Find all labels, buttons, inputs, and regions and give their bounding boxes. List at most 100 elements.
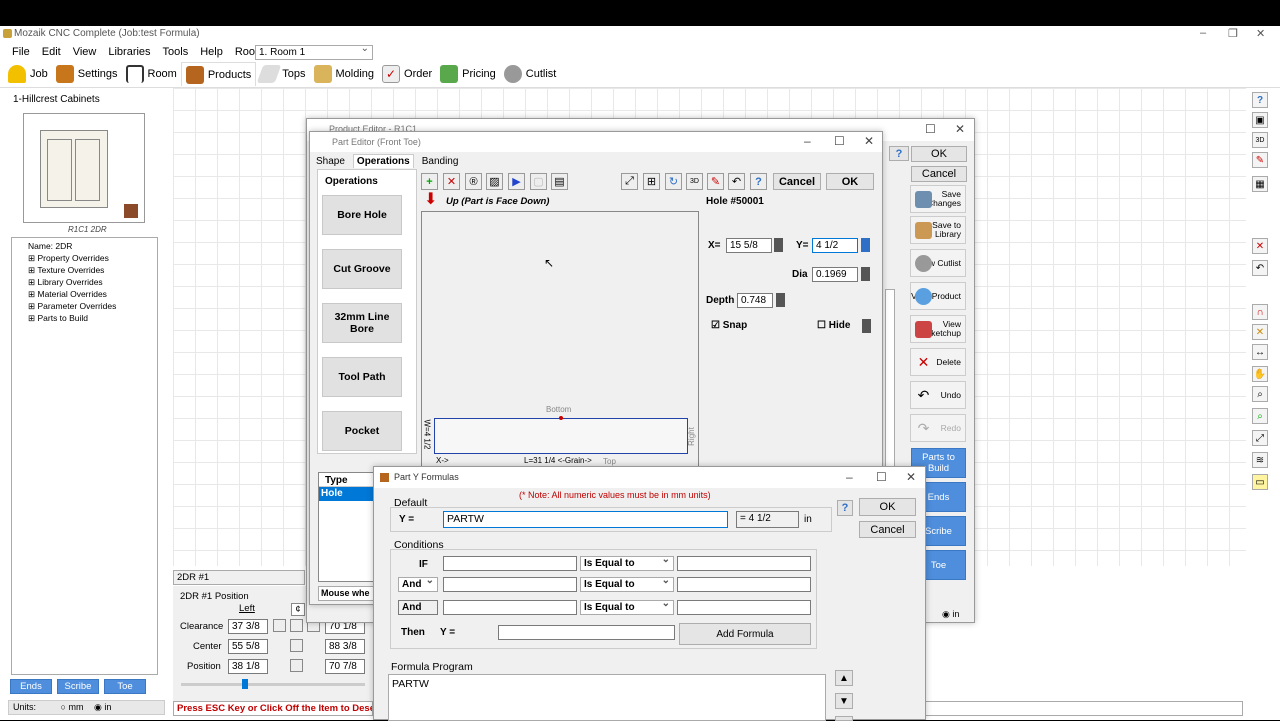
y-formula-input[interactable]: PARTW	[443, 511, 728, 528]
toolbar-cutlist[interactable]: Cutlist	[500, 62, 561, 86]
slider-track[interactable]	[181, 683, 365, 686]
depth-calc-icon[interactable]	[776, 293, 785, 307]
redo-button[interactable]: ↷ Redo	[910, 414, 966, 442]
product-thumbnail[interactable]	[23, 113, 145, 223]
snap-checkbox[interactable]: ☑ Snap	[711, 320, 747, 331]
if-left-input[interactable]	[443, 556, 577, 571]
save-to-library-button[interactable]: Save to Library	[910, 216, 966, 244]
delete-button[interactable]: ✕ Delete	[910, 348, 966, 376]
clearance-left-input[interactable]: 37 3/8	[228, 619, 268, 634]
toolbar-room[interactable]: Room	[122, 62, 181, 86]
zoom-fit-icon[interactable]: ⌕	[1252, 408, 1268, 424]
align-left-icon[interactable]	[273, 619, 286, 632]
restore-icon[interactable]: ❐	[1228, 27, 1238, 40]
material-icon[interactable]	[124, 204, 138, 218]
formula-program-text[interactable]: PARTW	[388, 674, 826, 721]
tab-scribe[interactable]: Scribe	[57, 679, 99, 694]
tree-item[interactable]: ⊞ Parts to Build	[16, 312, 153, 324]
move-down-icon[interactable]: ▼	[835, 693, 853, 709]
play-icon[interactable]: ▶	[508, 173, 525, 190]
toolbar-pricing[interactable]: Pricing	[436, 62, 500, 86]
maximize-icon[interactable]: ☐	[925, 122, 936, 136]
minimize-icon[interactable]: –	[804, 134, 811, 148]
hide-checkbox[interactable]: ☐ Hide	[817, 320, 850, 331]
tree-item[interactable]: ⊞ Library Overrides	[16, 276, 153, 288]
3d-icon[interactable]: 3D	[1252, 132, 1268, 148]
x-input[interactable]: 15 5/8	[726, 238, 772, 253]
help-icon[interactable]: ?	[1252, 92, 1268, 108]
pocket-button[interactable]: Pocket	[322, 411, 402, 451]
slider-thumb[interactable]	[242, 679, 248, 689]
pencil-icon[interactable]: ✎	[707, 173, 724, 190]
and2-compare-select[interactable]: Is Equal to	[580, 598, 674, 615]
menu-tools[interactable]: Tools	[157, 46, 195, 58]
close-icon[interactable]: ✕	[864, 134, 874, 148]
list-item[interactable]: Hole	[319, 487, 375, 501]
undo-button[interactable]: ↶ Undo	[910, 381, 966, 409]
view-cutlist-button[interactable]: View Cutlist	[910, 249, 966, 277]
minimize-icon[interactable]: –	[846, 470, 853, 484]
toolbar-tops[interactable]: Tops	[256, 62, 309, 86]
dia-calc-icon[interactable]	[861, 267, 870, 281]
and2-left-input[interactable]	[443, 600, 577, 615]
and1-compare-select[interactable]: Is Equal to	[580, 575, 674, 592]
hide-calc-icon[interactable]	[862, 319, 871, 333]
note-icon[interactable]: ▭	[1252, 474, 1268, 490]
magnet-icon[interactable]: ∩	[1252, 304, 1268, 320]
move-up-icon[interactable]: ▲	[835, 670, 853, 686]
tab-ends[interactable]: Ends	[10, 679, 52, 694]
cancel-button[interactable]: Cancel	[911, 166, 967, 182]
and1-right-input[interactable]	[677, 577, 811, 592]
x-calc-icon[interactable]	[774, 238, 783, 252]
minimize-icon[interactable]: –	[1200, 27, 1206, 39]
dia-input[interactable]: 0.1969	[812, 267, 858, 282]
close-icon[interactable]: ✕	[906, 470, 916, 484]
add-icon[interactable]: +	[421, 173, 438, 190]
swap-icon[interactable]	[290, 639, 303, 652]
add-formula-button[interactable]: Add Formula	[679, 623, 811, 645]
y-input[interactable]: 4 1/2	[812, 238, 858, 253]
center-icon[interactable]: ¢	[291, 603, 305, 616]
menu-libraries[interactable]: Libraries	[102, 46, 156, 58]
remove-line-icon[interactable]	[835, 716, 853, 721]
rotate-icon[interactable]: ↻	[665, 173, 682, 190]
part-cancel-button[interactable]: Cancel	[773, 173, 821, 190]
menu-view[interactable]: View	[67, 46, 103, 58]
toolbar-molding[interactable]: Molding	[310, 62, 379, 86]
part-outline[interactable]	[434, 418, 688, 454]
pencil-icon[interactable]: ✎	[1252, 152, 1268, 168]
menu-file[interactable]: File	[6, 46, 36, 58]
position-right-input[interactable]: 70 7/8	[325, 659, 365, 674]
save-icon[interactable]: ▣	[1252, 112, 1268, 128]
tab-banding[interactable]: Banding	[422, 156, 459, 167]
units-in-radio[interactable]: ◉ in	[94, 702, 111, 712]
if-right-input[interactable]	[677, 556, 811, 571]
toolbar-settings[interactable]: Settings	[52, 62, 122, 86]
tool-path-button[interactable]: Tool Path	[322, 357, 402, 397]
tree-item[interactable]: ⊞ Property Overrides	[16, 252, 153, 264]
tree-item[interactable]: ⊞ Material Overrides	[16, 288, 153, 300]
ok-button[interactable]: OK	[911, 146, 967, 162]
delete-icon[interactable]: ✕	[443, 173, 460, 190]
toolbar-order[interactable]: ✓ Order	[378, 62, 436, 86]
units-mm-radio[interactable]: ○ mm	[61, 702, 84, 712]
align-top-icon[interactable]	[290, 619, 303, 632]
center-right-input[interactable]: 88 3/8	[325, 639, 365, 654]
cut-groove-button[interactable]: Cut Groove	[322, 249, 402, 289]
position-left-input[interactable]: 38 1/8	[228, 659, 268, 674]
then-value-input[interactable]	[498, 625, 675, 640]
close-icon[interactable]: ✕	[955, 122, 965, 136]
toolbar-job[interactable]: Job	[4, 62, 52, 86]
close-icon[interactable]: ✕	[1256, 27, 1265, 40]
undo-icon[interactable]: ↶	[728, 173, 745, 190]
paste-icon[interactable]: ▤	[551, 173, 568, 190]
help-button[interactable]: ?	[889, 146, 909, 161]
item-selector[interactable]: 2DR #1	[173, 570, 305, 585]
menu-edit[interactable]: Edit	[36, 46, 67, 58]
if-compare-select[interactable]: Is Equal to	[580, 554, 674, 571]
view-product-button[interactable]: View Product	[910, 282, 966, 310]
zoom-icon[interactable]: ⌕	[1252, 386, 1268, 402]
grid-icon[interactable]: ▦	[1252, 176, 1268, 192]
tools-icon[interactable]: ✕	[1252, 324, 1268, 340]
maximize-icon[interactable]: ☐	[876, 470, 887, 484]
